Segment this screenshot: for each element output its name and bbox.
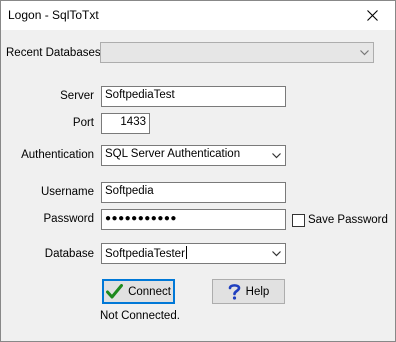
recent-databases-label: Recent Databases <box>6 47 101 59</box>
database-select[interactable]: SoftpediaTester <box>101 243 286 264</box>
chevron-down-icon <box>268 146 285 165</box>
close-icon <box>367 10 378 21</box>
save-password-label: Save Password <box>308 214 388 226</box>
help-button[interactable]: Help <box>212 279 285 304</box>
help-label: Help <box>245 285 270 298</box>
username-label: Username <box>40 186 94 198</box>
text-caret <box>185 246 187 259</box>
authentication-label: Authentication <box>21 149 94 161</box>
authentication-select[interactable]: SQL Server Authentication <box>101 145 286 166</box>
title-bar: Logon - SqlToTxt <box>1 1 395 30</box>
username-input[interactable]: Softpedia <box>101 182 286 203</box>
close-button[interactable] <box>350 1 395 30</box>
database-value: SoftpediaTester <box>105 248 185 260</box>
connection-status: Not Connected. <box>100 310 180 322</box>
connect-label: Connect <box>128 285 171 298</box>
save-password-checkbox[interactable] <box>292 214 305 227</box>
password-input[interactable]: ●●●●●●●●●●● <box>101 209 286 230</box>
server-input[interactable]: SoftpediaTest <box>101 86 286 107</box>
chevron-down-icon <box>356 43 373 62</box>
checkmark-icon <box>106 284 124 299</box>
logon-window: Logon - SqlToTxt Recent Databases Server… <box>0 0 396 342</box>
port-label: Port <box>72 117 94 129</box>
recent-databases-select[interactable] <box>100 42 374 63</box>
database-label: Database <box>44 248 94 260</box>
server-label: Server <box>60 90 94 102</box>
authentication-value: SQL Server Authentication <box>105 148 241 160</box>
chevron-down-icon <box>268 244 285 263</box>
connect-button[interactable]: Connect <box>102 279 175 304</box>
window-title: Logon - SqlToTxt <box>8 8 99 22</box>
question-icon <box>228 284 240 300</box>
password-label: Password <box>43 213 95 225</box>
port-input[interactable]: 1433 <box>101 113 150 134</box>
